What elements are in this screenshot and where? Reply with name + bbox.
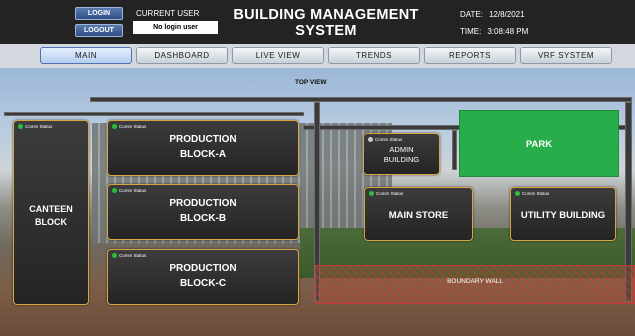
current-user-label: CURRENT USER	[136, 9, 200, 18]
status-dot-icon	[369, 191, 374, 196]
login-button[interactable]: LOGIN	[75, 7, 123, 20]
comm-status: Comm Status	[112, 188, 146, 193]
status-dot-icon	[368, 137, 373, 142]
admin-building[interactable]: Comm Status ADMIN BUILDING	[363, 133, 440, 175]
utility-building[interactable]: Comm Status UTILITY BUILDING	[510, 187, 616, 241]
time-label: TIME:	[460, 27, 482, 36]
block-name-line1: CANTEEN	[29, 204, 73, 214]
block-name-line1: ADMIN	[389, 145, 414, 154]
top-view-label: TOP VIEW	[295, 79, 327, 86]
date-value: 12/8/2021	[488, 10, 525, 19]
time-value: 3:08:48 PM	[487, 27, 529, 36]
main-store[interactable]: Comm Status MAIN STORE	[364, 187, 473, 241]
logout-button[interactable]: LOGOUT	[75, 24, 123, 37]
status-dot-icon	[112, 124, 117, 129]
app-title-line2: SYSTEM	[295, 23, 357, 39]
tab-dashboard[interactable]: DASHBOARD	[136, 47, 228, 64]
current-user-value: No login user	[133, 21, 218, 34]
utility-building-name: UTILITY BUILDING	[520, 210, 606, 221]
production-block-c-name: PRODUCTION BLOCK-C	[108, 262, 298, 291]
comm-status: Comm Status	[112, 124, 146, 129]
time-readout: TIME: 3:08:48 PM	[460, 27, 528, 36]
comm-status-label: Comm Status	[119, 188, 147, 193]
comm-status-label: Comm Status	[376, 191, 404, 196]
app-title-line1: BUILDING MANAGEMENT	[233, 7, 419, 23]
comm-status: Comm Status	[515, 191, 549, 196]
status-dot-icon	[18, 124, 23, 129]
production-block-a-name: PRODUCTION BLOCK-A	[108, 133, 298, 162]
block-name-line2: BLOCK-C	[179, 277, 227, 289]
road-segment	[452, 130, 457, 170]
block-name-line2: BUILDING	[383, 155, 420, 165]
production-block-c[interactable]: Comm Status PRODUCTION BLOCK-C	[107, 249, 299, 305]
date-readout: DATE: 12/8/2021	[460, 10, 525, 19]
status-dot-icon	[112, 188, 117, 193]
block-name-line2: BLOCK-A	[179, 148, 227, 160]
boundary-wall-label: Boundary Wall	[447, 278, 503, 285]
header-bar: LOGIN LOGOUT CURRENT USER No login user …	[0, 0, 635, 44]
comm-status: Comm Status	[112, 253, 146, 258]
comm-status-label: Comm Status	[119, 124, 147, 129]
main-store-name: MAIN STORE	[388, 210, 449, 221]
tab-live-view[interactable]: LIVE VIEW	[232, 47, 324, 64]
status-dot-icon	[112, 253, 117, 258]
tab-trends[interactable]: TRENDS	[328, 47, 420, 64]
block-name-line1: PRODUCTION	[169, 134, 237, 145]
app-title: BUILDING MANAGEMENT SYSTEM	[222, 7, 430, 39]
road-segment	[4, 112, 304, 116]
tab-vrf-system[interactable]: VRF SYSTEM	[520, 47, 612, 64]
tab-main[interactable]: MAIN	[40, 47, 132, 64]
comm-status: Comm Status	[18, 124, 52, 129]
date-label: DATE:	[460, 10, 483, 19]
site-top-view: TOP VIEW Boundary Wall Comm Status CANTE…	[0, 68, 635, 336]
park-zone[interactable]: PARK	[459, 110, 619, 177]
tab-reports[interactable]: REPORTS	[424, 47, 516, 64]
production-block-b[interactable]: Comm Status PRODUCTION BLOCK-B	[107, 184, 299, 240]
block-name-line2: BLOCK-B	[179, 212, 227, 224]
boundary-wall-zone[interactable]: Boundary Wall	[315, 265, 635, 304]
canteen-block[interactable]: Comm Status CANTEEN BLOCK	[13, 120, 89, 305]
production-block-b-name: PRODUCTION BLOCK-B	[108, 197, 298, 226]
comm-status: Comm Status	[368, 137, 402, 142]
block-name-line1: PRODUCTION	[169, 263, 237, 274]
comm-status-label: Comm Status	[522, 191, 550, 196]
comm-status-label: Comm Status	[119, 253, 147, 258]
comm-status-label: Comm Status	[25, 124, 53, 129]
canteen-block-name: CANTEEN BLOCK	[14, 203, 88, 229]
comm-status-label: Comm Status	[375, 137, 403, 142]
production-block-a[interactable]: Comm Status PRODUCTION BLOCK-A	[107, 120, 299, 176]
main-nav: MAIN DASHBOARD LIVE VIEW TRENDS REPORTS …	[0, 44, 635, 68]
block-name-line2: BLOCK	[35, 217, 67, 228]
block-name-line1: PRODUCTION	[169, 198, 237, 209]
status-dot-icon	[515, 191, 520, 196]
admin-building-name: ADMIN BUILDING	[364, 145, 439, 165]
road-segment	[90, 97, 632, 102]
comm-status: Comm Status	[369, 191, 403, 196]
